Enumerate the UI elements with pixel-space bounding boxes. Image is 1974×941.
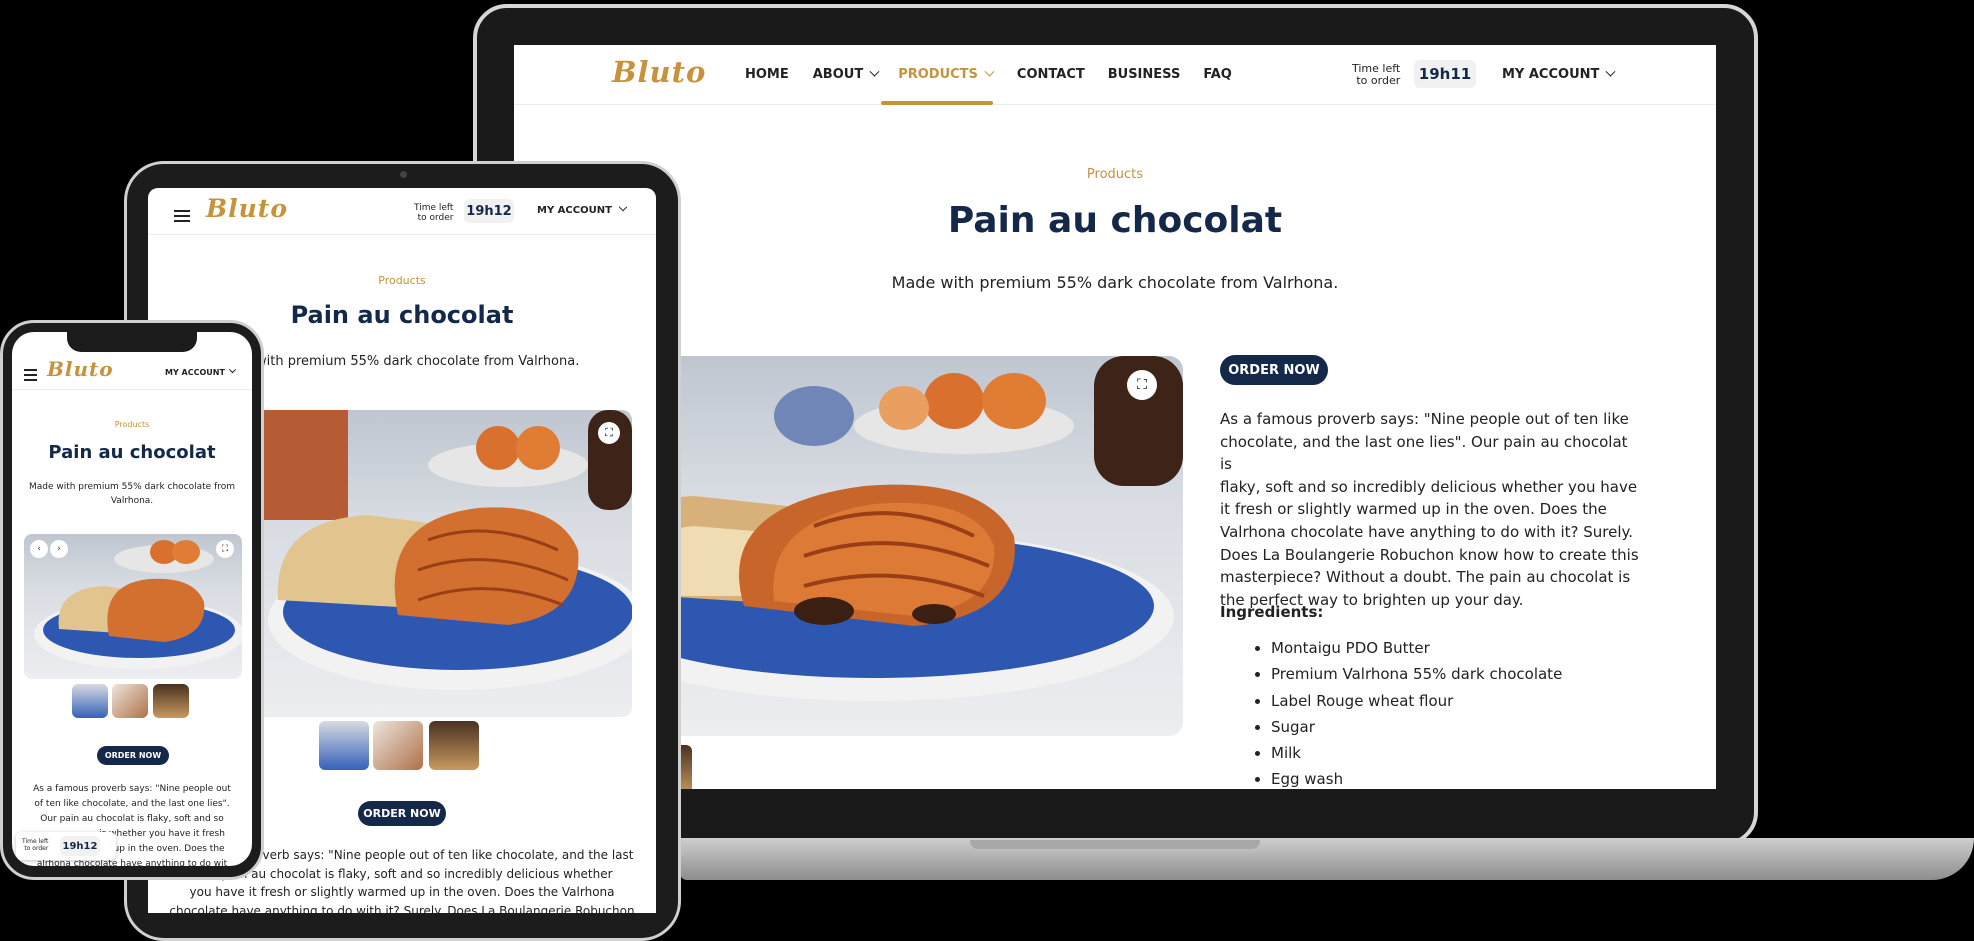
order-now-button[interactable]: ORDER NOW [1220, 355, 1328, 385]
order-timer: 19h12 [464, 199, 514, 223]
time-left-line1: Time left [414, 203, 454, 213]
page-subtitle: with premium 55% dark chocolate from Val… [256, 354, 580, 369]
page-subtitle: Made with premium 55% dark chocolate fro… [891, 273, 1339, 292]
thumbnail-2[interactable] [373, 721, 423, 770]
my-account-label: MY ACCOUNT [1502, 67, 1600, 82]
description-line: Our pain au chocolat is flaky, soft and … [40, 814, 224, 824]
thumbnail-3[interactable] [429, 721, 479, 770]
page-title: Pain au chocolat [48, 442, 216, 463]
brand-logo[interactable]: Bluto [612, 55, 706, 89]
description-line: of ten like chocolate, and the last one … [34, 799, 230, 809]
chevron-down-icon [228, 366, 236, 374]
brand-logo[interactable]: Bluto [206, 194, 288, 223]
order-timer: 19h12 [60, 836, 100, 856]
phone-notch [67, 332, 197, 352]
fullscreen-icon[interactable]: ⛶ [216, 540, 234, 558]
fullscreen-icon[interactable]: ⛶ [598, 422, 620, 444]
header-divider [148, 234, 656, 235]
header-divider [12, 389, 252, 390]
time-left-line2: to order [24, 845, 49, 852]
product-description: As a famous proverb says: "Nine people o… [1220, 408, 1640, 611]
description-line: chocolate, and the last one lies". Our p… [1220, 432, 1628, 474]
phone-screen: Bluto MY ACCOUNT Products Pain au chocol… [12, 332, 252, 866]
page-title: Pain au chocolat [947, 200, 1283, 241]
nav-products[interactable]: PRODUCTS [898, 66, 995, 82]
main-nav: HOME ABOUT PRODUCTS CONTACT BUSINESS FAQ [745, 66, 1232, 82]
order-now-button[interactable]: ORDER NOW [97, 746, 169, 765]
nav-home[interactable]: HOME [745, 67, 789, 82]
time-left-line1: Time left [22, 838, 49, 845]
order-timer: 19h11 [1414, 60, 1476, 88]
subtitle-line: Made with premium 55% dark chocolate fro… [28, 482, 236, 492]
time-left-label: Time left to order [414, 203, 453, 223]
breadcrumb[interactable]: Products [514, 167, 1716, 182]
thumbnail-1[interactable] [72, 684, 108, 718]
time-left-line2: to order [417, 213, 454, 223]
ingredients-heading: Ingredients: [1220, 603, 1324, 621]
time-left-label: Time left to order [22, 838, 48, 852]
chevron-down-icon [1605, 66, 1616, 77]
nav-products-label: PRODUCTS [898, 67, 978, 82]
product-photo[interactable]: ‹ › ⛶ [24, 534, 242, 679]
ingredient-item: Label Rouge wheat flour [1271, 688, 1562, 714]
ingredients-list: Montaigu PDO Butter Premium Valrhona 55%… [1271, 635, 1562, 789]
thumbnail-2[interactable] [112, 684, 148, 718]
subtitle-line: Valrhona. [110, 496, 154, 506]
laptop-base [680, 838, 1974, 880]
breadcrumb[interactable]: Products [148, 274, 656, 287]
brand-logo[interactable]: Bluto [47, 357, 114, 381]
description-line: flaky, soft and so incredibly delicious … [1220, 477, 1638, 496]
nav-about[interactable]: ABOUT [812, 66, 880, 82]
time-left-label: Time left to order [1352, 63, 1400, 87]
hamburger-menu-icon[interactable] [24, 366, 37, 384]
nav-business[interactable]: BUSINESS [1108, 67, 1181, 82]
my-account-menu[interactable]: MY ACCOUNT [165, 366, 236, 377]
description-line: masterpiece? Without a doubt. The pain a… [1220, 568, 1631, 587]
nav-about-label: ABOUT [812, 67, 864, 82]
my-account-label: MY ACCOUNT [165, 368, 225, 377]
chevron-down-icon [984, 66, 995, 77]
next-arrow-icon[interactable]: › [50, 540, 68, 558]
laptop-base-notch [970, 840, 1260, 849]
order-now-button[interactable]: ORDER NOW [358, 801, 446, 826]
ingredient-item: Milk [1271, 740, 1562, 766]
thumbnail-1[interactable] [319, 721, 369, 770]
breadcrumb[interactable]: Products [12, 420, 252, 429]
description-line: Valrhona chocolate have anything to do w… [1220, 522, 1634, 541]
description-line: it fresh or slightly warmed up in the ov… [1220, 500, 1607, 519]
product-photo[interactable]: ⛶ [258, 410, 632, 717]
my-account-label: MY ACCOUNT [537, 205, 612, 216]
laptop-screen: Bluto HOME ABOUT PRODUCTS CONTACT BUSINE… [514, 45, 1716, 789]
prev-arrow-icon[interactable]: ‹ [30, 540, 48, 558]
pastry-illustration [258, 410, 632, 690]
page-subtitle: Made with premium 55% dark chocolate fro… [12, 480, 252, 508]
ingredient-item: Montaigu PDO Butter [1271, 635, 1562, 661]
nav-active-underline [881, 101, 993, 105]
site-header: Bluto HOME ABOUT PRODUCTS CONTACT BUSINE… [514, 45, 1716, 105]
nav-faq[interactable]: FAQ [1203, 67, 1232, 82]
thumbnail-3[interactable] [153, 684, 189, 718]
my-account-menu[interactable]: MY ACCOUNT [1502, 66, 1616, 82]
my-account-menu[interactable]: MY ACCOUNT [537, 202, 628, 216]
ingredient-item: Premium Valrhona 55% dark chocolate [1271, 661, 1562, 687]
time-left-line2: to order [1356, 74, 1401, 87]
description-line: As a famous proverb says: "Nine people o… [1220, 410, 1629, 428]
description-line: you have it fresh or slightly warmed up … [189, 885, 615, 899]
description-line: As a famous proverb says: "Nine people o… [33, 784, 231, 794]
sticky-timer-bar: Time left to order 19h12 [16, 832, 116, 860]
ingredient-item: Sugar [1271, 714, 1562, 740]
chevron-down-icon [618, 202, 628, 212]
fullscreen-icon[interactable]: ⛶ [1127, 370, 1157, 400]
ingredient-item: Egg wash [1271, 766, 1562, 789]
chevron-down-icon [869, 66, 880, 77]
description-line: Does La Boulangerie Robuchon know how to… [1220, 545, 1639, 564]
description-line: chocolate have anything to do with it? S… [169, 903, 635, 914]
tablet-camera [400, 171, 407, 178]
hamburger-menu-icon[interactable] [174, 207, 190, 225]
nav-contact[interactable]: CONTACT [1017, 67, 1085, 82]
